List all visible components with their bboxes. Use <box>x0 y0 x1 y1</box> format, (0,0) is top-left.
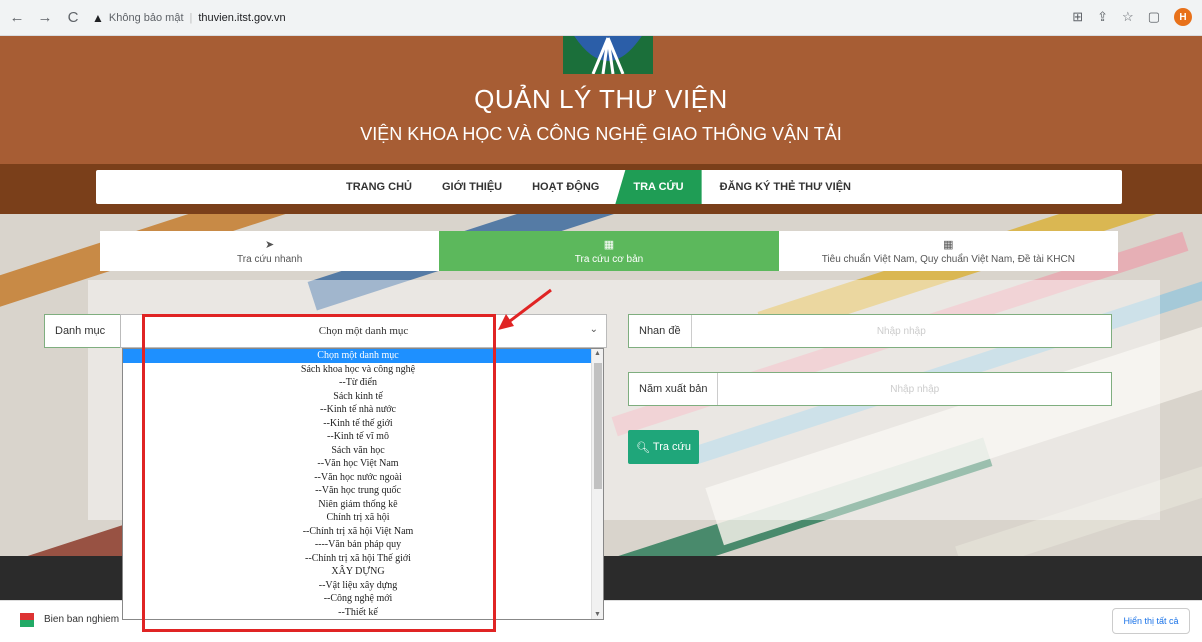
dropdown-option[interactable]: --Vật liệu xây dựng <box>123 579 593 593</box>
year-input[interactable]: Nhập nhập <box>718 384 1111 395</box>
warning-icon: ▲ <box>92 10 104 25</box>
dropdown-option[interactable]: --Công nghệ mới <box>123 592 593 606</box>
category-dropdown[interactable]: Chọn một danh mục Sách khoa học và công n… <box>122 348 604 620</box>
browser-actions: ⊞ ⇪ ☆ ▢ H <box>1072 8 1192 26</box>
year-field[interactable]: Năm xuất bản Nhập nhập <box>628 372 1112 406</box>
dropdown-option[interactable]: --Thiết kế <box>123 606 593 620</box>
dropdown-option[interactable]: --Kinh tế thế giới <box>123 417 593 431</box>
reload-icon[interactable]: C <box>62 7 84 29</box>
share-icon[interactable]: ⇪ <box>1097 9 1108 25</box>
url-text: thuvien.itst.gov.vn <box>198 11 286 24</box>
nav-item-home[interactable]: TRANG CHỦ <box>346 170 412 204</box>
send-icon: ➤ <box>265 238 275 251</box>
category-selected-value: Chọn một danh mục <box>318 325 409 337</box>
dropdown-option[interactable]: --Chính trị xã hội Thế giới <box>123 552 593 566</box>
file-icon <box>20 613 34 627</box>
dropdown-option[interactable]: Sách văn học <box>123 444 593 458</box>
dropdown-option[interactable]: Niên giám thống kê <box>123 498 593 512</box>
forward-icon[interactable]: → <box>34 7 56 29</box>
search-tabs: ➤ Tra cứu nhanh ▦ Tra cứu cơ bản ▦ Tiêu … <box>100 231 1118 271</box>
dropdown-option[interactable]: ----Văn bản pháp quy <box>123 538 593 552</box>
search-icon: 🔍︎ <box>635 441 650 454</box>
tab-basic-search[interactable]: ▦ Tra cứu cơ bản <box>439 231 779 271</box>
dropdown-option[interactable]: XÂY DỰNG <box>123 565 593 579</box>
dropdown-option[interactable]: Chính trị xã hội <box>123 511 593 525</box>
tab-label: Tra cứu nhanh <box>237 253 303 265</box>
site-title: QUẢN LÝ THƯ VIỆN <box>474 84 728 114</box>
address-bar[interactable]: ▲ Không bảo mật | thuvien.itst.gov.vn <box>92 4 1092 31</box>
url-separator: | <box>189 11 193 24</box>
table-icon: ▦ <box>943 238 954 251</box>
site-header: QUẢN LÝ THƯ VIỆN VIỆN KHOA HỌC VÀ CÔNG N… <box>0 36 1202 164</box>
dropdown-option[interactable]: Sách khoa học và công nghệ <box>123 363 593 377</box>
dropdown-option[interactable]: --Văn học nước ngoài <box>123 471 593 485</box>
dropdown-option[interactable]: Sách kinh tế <box>123 390 593 404</box>
scroll-up-icon[interactable]: ▲ <box>594 350 601 357</box>
table-icon: ▦ <box>603 238 615 251</box>
dropdown-option[interactable]: --Văn học Việt Nam <box>123 457 593 471</box>
security-label: Không bảo mật <box>108 11 184 24</box>
scroll-down-icon[interactable]: ▼ <box>594 611 601 618</box>
translate-icon[interactable]: ⊞ <box>1072 9 1083 25</box>
tab-standards-search[interactable]: ▦ Tiêu chuẩn Việt Nam, Quy chuẩn Việt Na… <box>778 231 1118 271</box>
dropdown-option[interactable]: --Kinh tế vĩ mô <box>123 430 593 444</box>
dropdown-option[interactable]: --Văn học trung quốc <box>123 484 593 498</box>
nav-item-register[interactable]: ĐĂNG KÝ THẺ THƯ VIỆN <box>720 170 851 204</box>
back-icon[interactable]: ← <box>6 7 28 29</box>
year-label: Năm xuất bản <box>629 373 719 405</box>
browser-toolbar: ← → C ▲ Không bảo mật | thuvien.itst.gov… <box>0 0 1202 36</box>
show-all-button[interactable]: Hiển thị tất cả <box>1112 608 1190 634</box>
dropdown-options: Chọn một danh mục Sách khoa học và công n… <box>123 349 593 619</box>
tab-quick-search[interactable]: ➤ Tra cứu nhanh <box>100 231 440 271</box>
annotation-arrow-icon <box>498 288 552 330</box>
title-input[interactable]: Nhập nhập <box>692 326 1111 337</box>
nav-item-about[interactable]: GIỚI THIỆU <box>442 170 502 204</box>
scroll-thumb[interactable] <box>594 363 602 489</box>
dropdown-option[interactable]: Chọn một danh mục <box>123 349 593 363</box>
search-button[interactable]: 🔍︎ Tra cứu <box>628 430 699 464</box>
dropdown-option[interactable]: --Chính trị xã hội Việt Nam <box>123 525 593 539</box>
main-nav: TRANG CHỦ GIỚI THIỆU HOẠT ĐỘNG TRA CỨU Đ… <box>96 170 1122 204</box>
nav-item-search[interactable]: TRA CỨU <box>615 170 702 204</box>
logo-icon <box>563 36 653 74</box>
chevron-down-icon: ⌄ <box>589 324 598 335</box>
search-button-label: Tra cứu <box>652 441 692 453</box>
tab-label: Tra cứu cơ bản <box>574 253 644 265</box>
download-file-name[interactable]: Bien ban nghiem <box>44 614 119 625</box>
nav-item-activities[interactable]: HOẠT ĐỘNG <box>532 170 599 204</box>
category-label-box: Danh mục <box>44 314 122 348</box>
title-label: Nhan đề <box>629 315 692 347</box>
sidepanel-icon[interactable]: ▢ <box>1148 9 1160 25</box>
site-subtitle: VIỆN KHOA HỌC VÀ CÔNG NGHỆ GIAO THÔNG VẬ… <box>360 124 842 144</box>
star-icon[interactable]: ☆ <box>1122 9 1134 25</box>
title-field[interactable]: Nhan đề Nhập nhập <box>628 314 1112 348</box>
profile-avatar[interactable]: H <box>1174 8 1192 26</box>
dropdown-option[interactable]: --Từ điển <box>123 376 593 390</box>
tab-label: Tiêu chuẩn Việt Nam, Quy chuẩn Việt Nam,… <box>821 253 1075 265</box>
category-label: Danh mục <box>55 325 106 337</box>
dropdown-scrollbar[interactable]: ▲ ▼ <box>591 349 603 619</box>
dropdown-option[interactable]: --Kinh tế nhà nước <box>123 403 593 417</box>
